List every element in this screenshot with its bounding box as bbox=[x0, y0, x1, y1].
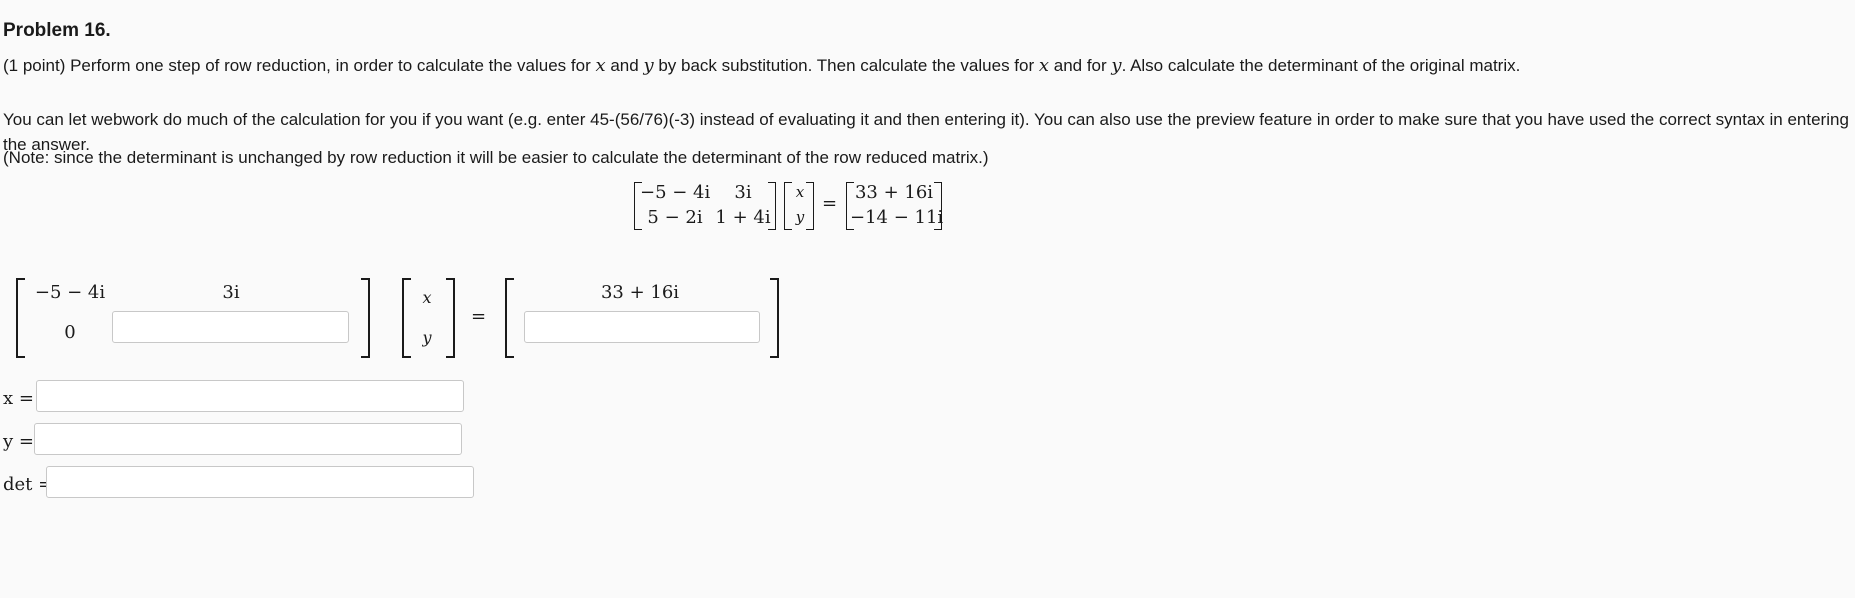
matrix-entry: 0 bbox=[64, 322, 76, 343]
vector-entry: x bbox=[422, 288, 432, 307]
rhs-entry: 33 + 16i bbox=[600, 282, 680, 303]
matrix-right-bracket bbox=[768, 182, 776, 230]
matrix-right-bracket bbox=[361, 278, 370, 358]
matrix-left-bracket bbox=[16, 278, 25, 358]
det-answer-input[interactable] bbox=[46, 466, 474, 498]
vector-entry: y bbox=[422, 328, 432, 347]
rhs-entry: 33 + 16i bbox=[854, 182, 934, 203]
determinant-note: (Note: since the determinant is unchange… bbox=[3, 148, 989, 167]
x-answer-input[interactable] bbox=[36, 380, 464, 412]
rhs-right-bracket bbox=[770, 278, 779, 358]
y-label: y = bbox=[3, 431, 34, 452]
y-answer-input[interactable] bbox=[34, 423, 462, 455]
matrix-entry: 5 − 2i bbox=[647, 207, 703, 228]
matrix-entry: 3i bbox=[222, 282, 240, 303]
vector-left-bracket bbox=[402, 278, 411, 358]
matrix-entry: 1 + 4i bbox=[715, 207, 771, 228]
matrix-entry: −5 − 4i bbox=[640, 182, 711, 203]
equals-sign: = bbox=[822, 193, 838, 214]
reduced-a22-input[interactable] bbox=[112, 311, 349, 343]
rhs-entry: −14 − 11i bbox=[850, 207, 944, 228]
matrix-entry: −5 − 4i bbox=[34, 282, 106, 303]
vector-right-bracket bbox=[446, 278, 455, 358]
problem-statement: (1 point) Perform one step of row reduct… bbox=[3, 55, 1521, 76]
reduced-b2-input[interactable] bbox=[524, 311, 760, 343]
rhs-left-bracket bbox=[505, 278, 514, 358]
x-label: x = bbox=[3, 388, 34, 409]
vector-right-bracket bbox=[806, 182, 814, 230]
matrix-entry: 3i bbox=[734, 182, 752, 203]
rhs-right-bracket bbox=[934, 182, 942, 230]
equals-sign: = bbox=[471, 306, 487, 327]
problem-title: Problem 16. bbox=[3, 20, 111, 41]
